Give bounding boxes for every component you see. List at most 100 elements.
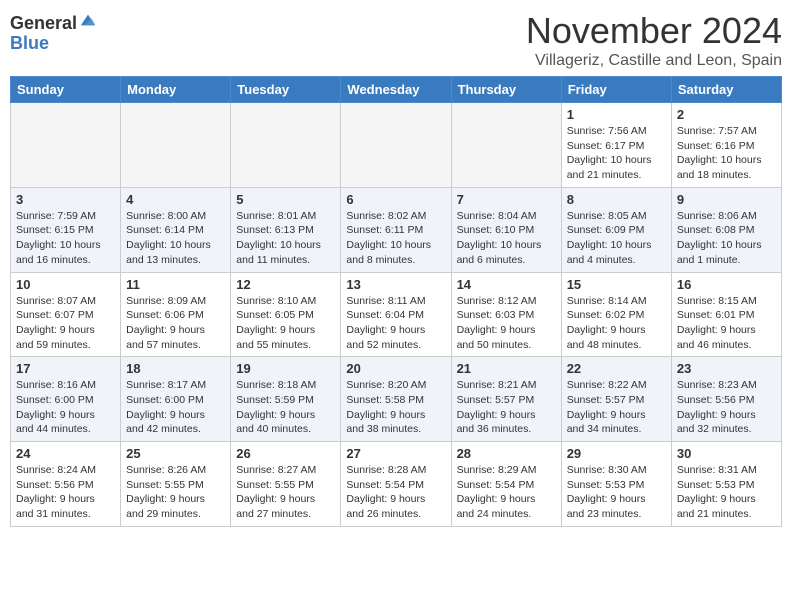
day-number: 10 (16, 277, 115, 292)
day-number: 1 (567, 107, 666, 122)
day-info: Sunrise: 8:17 AM Sunset: 6:00 PM Dayligh… (126, 378, 225, 437)
day-number: 28 (457, 446, 556, 461)
day-number: 24 (16, 446, 115, 461)
logo-blue-text: Blue (10, 34, 97, 54)
day-info: Sunrise: 8:06 AM Sunset: 6:08 PM Dayligh… (677, 209, 776, 268)
day-number: 25 (126, 446, 225, 461)
table-row: 13 Sunrise: 8:11 AM Sunset: 6:04 PM Dayli… (341, 272, 451, 357)
calendar-week-row: 1 Sunrise: 7:56 AM Sunset: 6:17 PM Daylig… (11, 103, 782, 188)
col-thursday: Thursday (451, 77, 561, 103)
table-row: 4 Sunrise: 8:00 AM Sunset: 6:14 PM Daylig… (121, 187, 231, 272)
table-row: 19Sunrise: 8:18 AM Sunset: 5:59 PM Dayli… (231, 357, 341, 442)
day-number: 8 (567, 192, 666, 207)
day-info: Sunrise: 8:04 AM Sunset: 6:10 PM Dayligh… (457, 209, 556, 268)
col-wednesday: Wednesday (341, 77, 451, 103)
day-number: 12 (236, 277, 335, 292)
day-info: Sunrise: 8:16 AM Sunset: 6:00 PM Dayligh… (16, 378, 115, 437)
day-info: Sunrise: 8:20 AM Sunset: 5:58 PM Dayligh… (346, 378, 445, 437)
month-title: November 2024 (526, 10, 782, 52)
logo-general-text: General (10, 14, 77, 34)
table-row: 12 Sunrise: 8:10 AM Sunset: 6:05 PM Dayli… (231, 272, 341, 357)
day-info: Sunrise: 8:00 AM Sunset: 6:14 PM Dayligh… (126, 209, 225, 268)
day-number: 23 (677, 361, 776, 376)
col-saturday: Saturday (671, 77, 781, 103)
location-text: Villageriz, Castille and Leon, Spain (526, 52, 782, 70)
day-number: 11 (126, 277, 225, 292)
table-row: 18 Sunrise: 8:17 AM Sunset: 6:00 PM Dayli… (121, 357, 231, 442)
col-monday: Monday (121, 77, 231, 103)
day-number: 9 (677, 192, 776, 207)
day-number: 26 (236, 446, 335, 461)
table-row: 15Sunrise: 8:14 AM Sunset: 6:02 PM Dayli… (561, 272, 671, 357)
day-info: Sunrise: 8:26 AM Sunset: 5:55 PM Dayligh… (126, 463, 225, 522)
table-row: 10 Sunrise: 8:07 AM Sunset: 6:07 PM Dayli… (11, 272, 121, 357)
calendar-table: Sunday Monday Tuesday Wednesday Thursday… (10, 76, 782, 527)
table-row: 29Sunrise: 8:30 AM Sunset: 5:53 PM Dayli… (561, 442, 671, 527)
col-friday: Friday (561, 77, 671, 103)
table-row: 26Sunrise: 8:27 AM Sunset: 5:55 PM Dayli… (231, 442, 341, 527)
day-number: 6 (346, 192, 445, 207)
day-number: 16 (677, 277, 776, 292)
day-info: Sunrise: 8:30 AM Sunset: 5:53 PM Dayligh… (567, 463, 666, 522)
day-info: Sunrise: 8:02 AM Sunset: 6:11 PM Dayligh… (346, 209, 445, 268)
table-row: 22 Sunrise: 8:22 AM Sunset: 5:57 PM Dayli… (561, 357, 671, 442)
table-row: 3Sunrise: 7:59 AM Sunset: 6:15 PM Daylig… (11, 187, 121, 272)
calendar-week-row: 17Sunrise: 8:16 AM Sunset: 6:00 PM Dayli… (11, 357, 782, 442)
table-row: 14 Sunrise: 8:12 AM Sunset: 6:03 PM Dayli… (451, 272, 561, 357)
day-info: Sunrise: 8:24 AM Sunset: 5:56 PM Dayligh… (16, 463, 115, 522)
table-row: 24 Sunrise: 8:24 AM Sunset: 5:56 PM Dayli… (11, 442, 121, 527)
day-info: Sunrise: 8:29 AM Sunset: 5:54 PM Dayligh… (457, 463, 556, 522)
day-number: 14 (457, 277, 556, 292)
day-number: 20 (346, 361, 445, 376)
day-number: 18 (126, 361, 225, 376)
day-number: 27 (346, 446, 445, 461)
day-info: Sunrise: 7:59 AM Sunset: 6:15 PM Dayligh… (16, 209, 115, 268)
day-info: Sunrise: 8:11 AM Sunset: 6:04 PM Dayligh… (346, 294, 445, 353)
day-info: Sunrise: 8:21 AM Sunset: 5:57 PM Dayligh… (457, 378, 556, 437)
day-number: 13 (346, 277, 445, 292)
calendar-week-row: 3Sunrise: 7:59 AM Sunset: 6:15 PM Daylig… (11, 187, 782, 272)
day-info: Sunrise: 8:07 AM Sunset: 6:07 PM Dayligh… (16, 294, 115, 353)
day-number: 4 (126, 192, 225, 207)
table-row: 2 Sunrise: 7:57 AM Sunset: 6:16 PM Daylig… (671, 103, 781, 188)
title-section: November 2024 Villageriz, Castille and L… (526, 10, 782, 70)
table-row: 5Sunrise: 8:01 AM Sunset: 6:13 PM Daylig… (231, 187, 341, 272)
table-row: 23 Sunrise: 8:23 AM Sunset: 5:56 PM Dayli… (671, 357, 781, 442)
table-row: 11 Sunrise: 8:09 AM Sunset: 6:06 PM Dayli… (121, 272, 231, 357)
day-info: Sunrise: 8:31 AM Sunset: 5:53 PM Dayligh… (677, 463, 776, 522)
table-row: 9 Sunrise: 8:06 AM Sunset: 6:08 PM Daylig… (671, 187, 781, 272)
table-row: 25 Sunrise: 8:26 AM Sunset: 5:55 PM Dayli… (121, 442, 231, 527)
day-number: 30 (677, 446, 776, 461)
day-info: Sunrise: 8:09 AM Sunset: 6:06 PM Dayligh… (126, 294, 225, 353)
day-info: Sunrise: 8:23 AM Sunset: 5:56 PM Dayligh… (677, 378, 776, 437)
table-row: 30 Sunrise: 8:31 AM Sunset: 5:53 PM Dayli… (671, 442, 781, 527)
table-row: 17Sunrise: 8:16 AM Sunset: 6:00 PM Dayli… (11, 357, 121, 442)
calendar-week-row: 24 Sunrise: 8:24 AM Sunset: 5:56 PM Dayli… (11, 442, 782, 527)
day-info: Sunrise: 8:12 AM Sunset: 6:03 PM Dayligh… (457, 294, 556, 353)
day-info: Sunrise: 7:57 AM Sunset: 6:16 PM Dayligh… (677, 124, 776, 183)
day-number: 7 (457, 192, 556, 207)
day-number: 2 (677, 107, 776, 122)
calendar-header-row: Sunday Monday Tuesday Wednesday Thursday… (11, 77, 782, 103)
day-number: 5 (236, 192, 335, 207)
day-number: 22 (567, 361, 666, 376)
col-tuesday: Tuesday (231, 77, 341, 103)
table-row: 20 Sunrise: 8:20 AM Sunset: 5:58 PM Dayli… (341, 357, 451, 442)
table-row: 16Sunrise: 8:15 AM Sunset: 6:01 PM Dayli… (671, 272, 781, 357)
table-row (11, 103, 121, 188)
table-row: 21Sunrise: 8:21 AM Sunset: 5:57 PM Dayli… (451, 357, 561, 442)
day-info: Sunrise: 7:56 AM Sunset: 6:17 PM Dayligh… (567, 124, 666, 183)
table-row: 6 Sunrise: 8:02 AM Sunset: 6:11 PM Daylig… (341, 187, 451, 272)
table-row: 1 Sunrise: 7:56 AM Sunset: 6:17 PM Daylig… (561, 103, 671, 188)
page-header: General Blue November 2024 Villageriz, C… (10, 10, 782, 70)
day-info: Sunrise: 8:05 AM Sunset: 6:09 PM Dayligh… (567, 209, 666, 268)
col-sunday: Sunday (11, 77, 121, 103)
table-row (451, 103, 561, 188)
logo: General Blue (10, 14, 97, 54)
table-row (121, 103, 231, 188)
day-info: Sunrise: 8:10 AM Sunset: 6:05 PM Dayligh… (236, 294, 335, 353)
table-row: 7 Sunrise: 8:04 AM Sunset: 6:10 PM Daylig… (451, 187, 561, 272)
day-info: Sunrise: 8:22 AM Sunset: 5:57 PM Dayligh… (567, 378, 666, 437)
logo-icon (79, 11, 97, 29)
table-row: 27Sunrise: 8:28 AM Sunset: 5:54 PM Dayli… (341, 442, 451, 527)
